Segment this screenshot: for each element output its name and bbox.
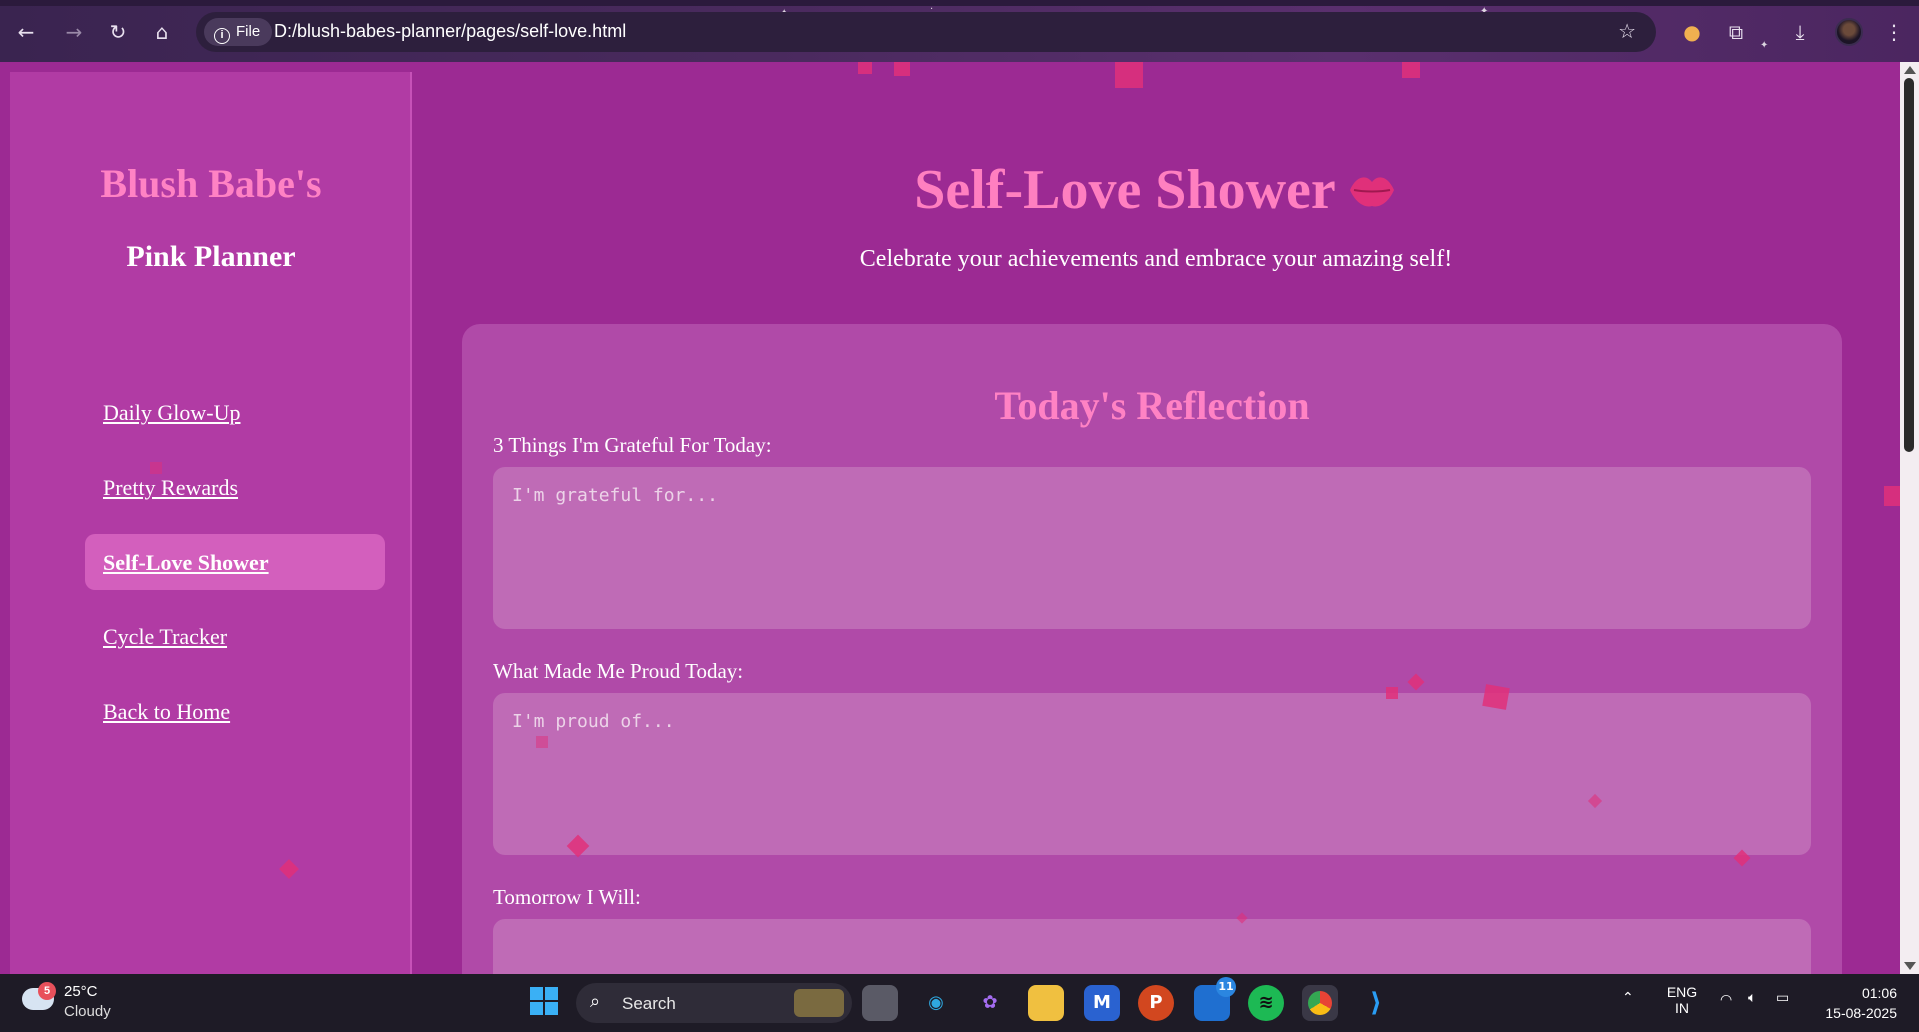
back-arrow-icon[interactable]: ← [10,16,42,48]
card-title: Today's Reflection [994,383,1310,428]
file-chip-label: File [236,23,261,40]
file-explorer-icon[interactable] [1028,985,1064,1021]
spotify-icon[interactable]: ≋ [1248,985,1284,1021]
chevron-up-icon[interactable]: ⌃ [1622,990,1634,1006]
grateful-label: 3 Things I'm Grateful For Today: [493,433,772,457]
confetti-piece [1402,62,1420,78]
clock-date: 15-08-2025 [1825,1005,1897,1021]
site-info-chip[interactable]: i File [204,18,273,46]
search-highlight-image [794,989,844,1017]
tab-strip [0,0,1919,6]
confetti-piece [894,62,910,76]
download-icon[interactable]: ⤓ [1784,16,1816,48]
menu-kebab-icon[interactable]: ⋮ [1878,16,1910,48]
grateful-textarea[interactable]: I'm grateful for... [493,467,1811,629]
bookmark-star-icon[interactable]: ☆ [1618,19,1636,43]
brand-subtitle: Pink Planner [126,240,296,273]
edge-browser-icon[interactable]: ◉ [918,985,954,1021]
volume-icon[interactable]: 🔈︎ [1748,990,1756,1006]
kiss-lips-icon [1349,177,1394,207]
windows-taskbar: 5 25°C Cloudy ⌕ Search ◉ ✿ M P 11 ≋ ⟩ ⌃ … [0,974,1919,1032]
chrome-icon[interactable] [1302,985,1338,1021]
page-title-text: Self-Love Shower [914,159,1336,221]
forward-arrow-icon[interactable]: → [58,16,90,48]
url-text[interactable]: D:/blush-babes-planner/pages/self-love.h… [274,21,626,42]
home-icon[interactable]: ⌂ [146,16,178,48]
proud-label: What Made Me Proud Today: [493,659,744,683]
sidebar: Blush Babe's Pink Planner Daily Glow-Up … [10,72,412,974]
language-code: ENG [1666,984,1698,1000]
page-viewport: Blush Babe's Pink Planner Daily Glow-Up … [0,62,1900,974]
confetti-piece [536,736,548,748]
reflection-card: Today's Reflection 3 Things I'm Grateful… [462,324,1842,974]
browser-toolbar: ✦ · ✦ ✦ ← → ↻ ⌂ iFile D:/blush-babes-pla… [0,0,1919,62]
region-code: IN [1675,1000,1689,1016]
math-app-icon[interactable]: M [1084,985,1120,1021]
scroll-up-arrow-icon[interactable] [1904,66,1916,74]
vscode-icon[interactable]: ⟩ [1358,985,1394,1021]
weather-temperature[interactable]: 25°C [64,983,98,1000]
sidebar-item-self-love-shower[interactable]: Self-Love Shower [103,550,269,576]
system-clock[interactable]: 01:06 15-08-2025 [1825,983,1897,1023]
weather-badge: 5 [38,982,56,1000]
battery-icon[interactable]: ▭ [1776,990,1789,1006]
confetti-piece [1884,486,1900,506]
address-bar[interactable]: i File D:/blush-babes-planner/pages/self-… [196,12,1656,52]
confetti-piece [1386,687,1398,699]
windows-start-icon[interactable] [526,985,562,1021]
scrollbar-thumb[interactable] [1904,78,1914,452]
info-icon: i [214,28,230,44]
language-indicator[interactable]: ENG IN [1664,984,1700,1016]
tomorrow-label: Tomorrow I Will: [493,885,641,909]
confetti-piece [858,62,872,74]
tomorrow-textarea[interactable] [493,919,1811,974]
proud-placeholder: I'm proud of... [512,711,675,732]
confetti-piece [150,462,162,474]
scroll-down-arrow-icon[interactable] [1904,962,1916,970]
confetti-piece [1115,62,1143,88]
weather-description[interactable]: Cloudy [64,1003,111,1020]
taskbar-search[interactable]: ⌕ Search [576,983,852,1023]
clock-time: 01:06 [1861,985,1897,1001]
copilot-icon[interactable]: ✿ [972,985,1008,1021]
search-label: Search [622,994,676,1013]
extensions-puzzle-icon[interactable]: ⧉ [1720,16,1752,48]
confetti-piece [1482,684,1510,710]
page-title: Self-Love Shower [412,158,1900,222]
page-subtitle: Celebrate your achievements and embrace … [859,246,1453,272]
sidebar-item-daily-glow-up[interactable]: Daily Glow-Up [103,400,240,426]
brand-title: Blush Babe's [100,161,322,206]
search-icon: ⌕ [590,991,601,1012]
powerpoint-icon[interactable]: P [1138,985,1174,1021]
extension-icon[interactable]: ● [1676,16,1708,48]
sidebar-item-pretty-rewards[interactable]: Pretty Rewards [103,475,238,501]
sidebar-item-back-to-home[interactable]: Back to Home [103,699,230,725]
wifi-icon[interactable]: ◠ [1720,992,1732,1008]
chrome-logo-icon [1308,991,1332,1015]
vertical-scrollbar[interactable] [1900,62,1919,974]
profile-avatar[interactable] [1835,18,1863,46]
teams-icon[interactable]: 11 [1194,977,1236,1021]
proud-textarea[interactable]: I'm proud of... [493,693,1811,855]
task-view-icon[interactable] [862,985,898,1021]
reload-icon[interactable]: ↻ [102,16,134,48]
teams-badge: 11 [1216,977,1236,997]
grateful-placeholder: I'm grateful for... [512,485,718,506]
sidebar-item-cycle-tracker[interactable]: Cycle Tracker [103,624,227,650]
windows-logo-icon [530,987,558,1015]
